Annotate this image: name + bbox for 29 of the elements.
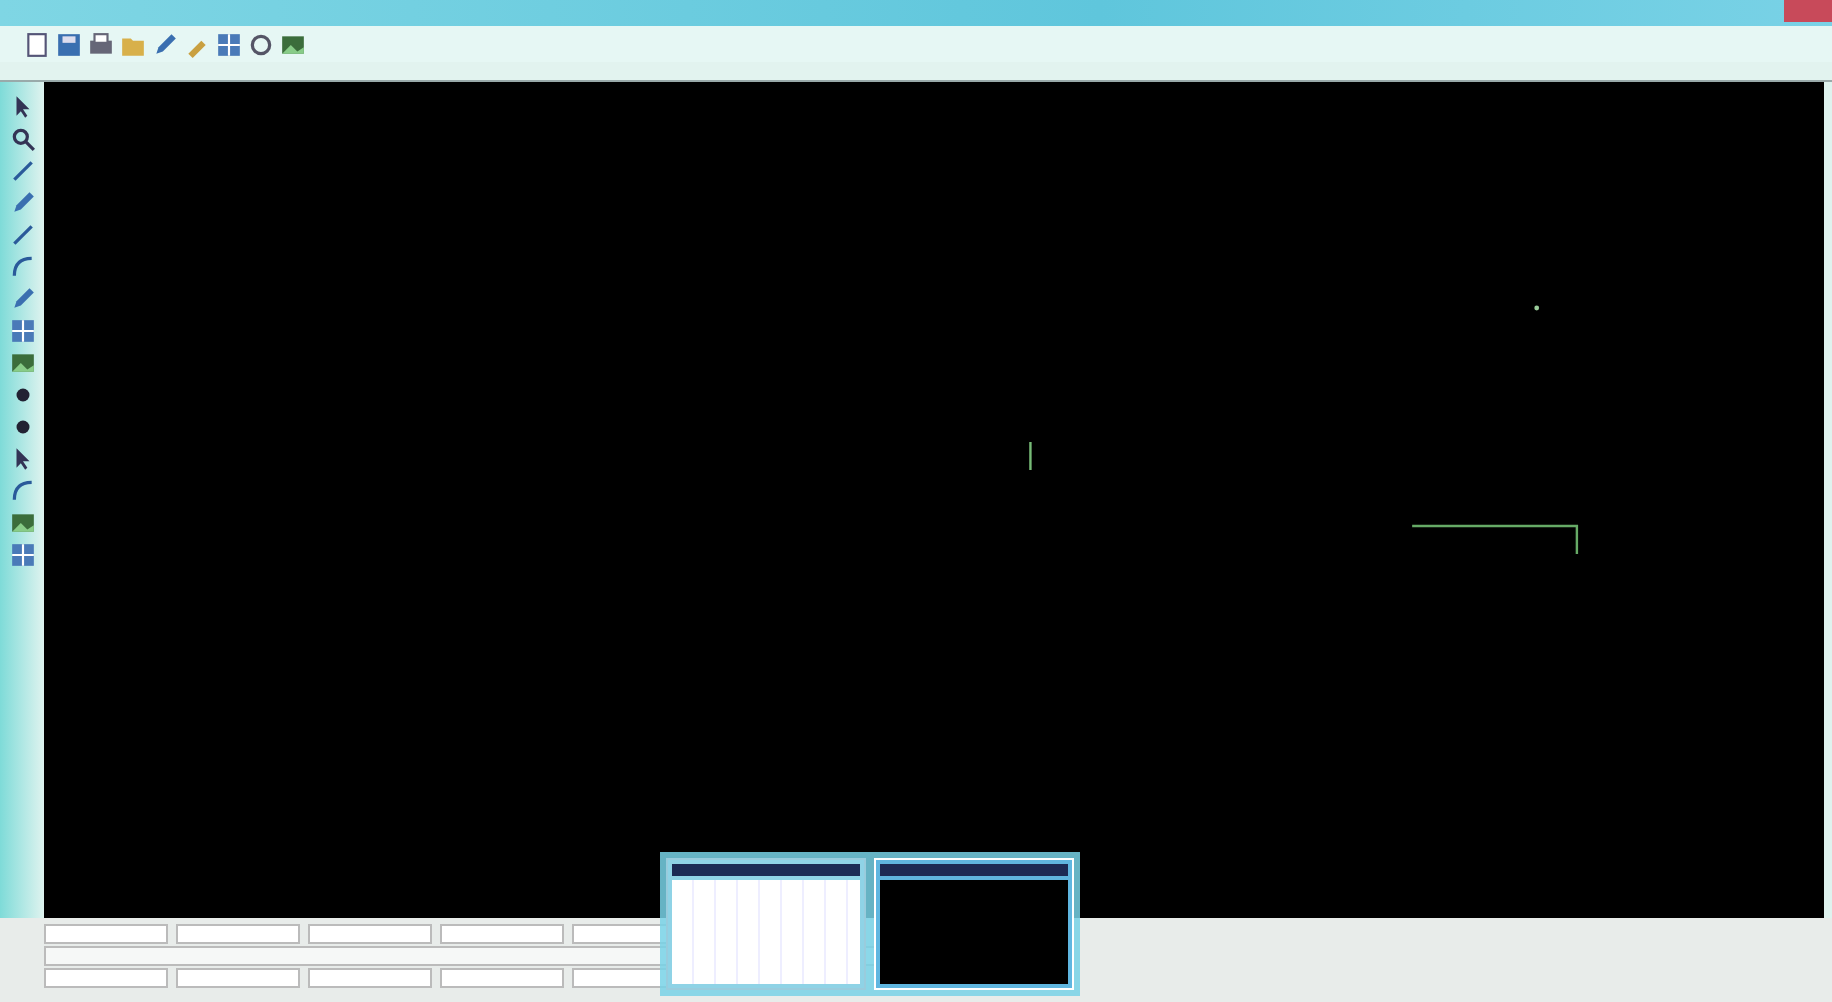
save-icon[interactable] <box>56 31 82 57</box>
pencil-icon[interactable] <box>9 190 35 216</box>
circle-icon[interactable] <box>248 31 274 57</box>
input-field[interactable] <box>176 968 300 988</box>
line-icon[interactable] <box>9 222 35 248</box>
point-mark <box>1534 305 1540 311</box>
image-icon[interactable] <box>280 31 306 57</box>
printer-icon[interactable] <box>88 31 114 57</box>
input-field[interactable] <box>440 968 564 988</box>
page-icon[interactable] <box>24 31 50 57</box>
input-field[interactable] <box>440 924 564 944</box>
image-icon[interactable] <box>9 350 35 376</box>
input-field[interactable] <box>308 924 432 944</box>
line-segment <box>1029 442 1032 470</box>
input-field[interactable] <box>44 968 168 988</box>
image-icon[interactable] <box>9 510 35 536</box>
pencil-icon[interactable] <box>152 31 178 57</box>
grid-icon[interactable] <box>216 31 242 57</box>
input-field[interactable] <box>44 924 168 944</box>
input-field[interactable] <box>308 968 432 988</box>
line-icon[interactable] <box>9 158 35 184</box>
arc-icon[interactable] <box>9 478 35 504</box>
arc-icon[interactable] <box>9 254 35 280</box>
grid-icon[interactable] <box>9 318 35 344</box>
zoom-icon[interactable] <box>9 126 35 152</box>
window-thumbnail[interactable] <box>666 858 866 990</box>
grid-icon[interactable] <box>9 542 35 568</box>
pencil-icon[interactable] <box>9 286 35 312</box>
input-field[interactable] <box>176 924 300 944</box>
